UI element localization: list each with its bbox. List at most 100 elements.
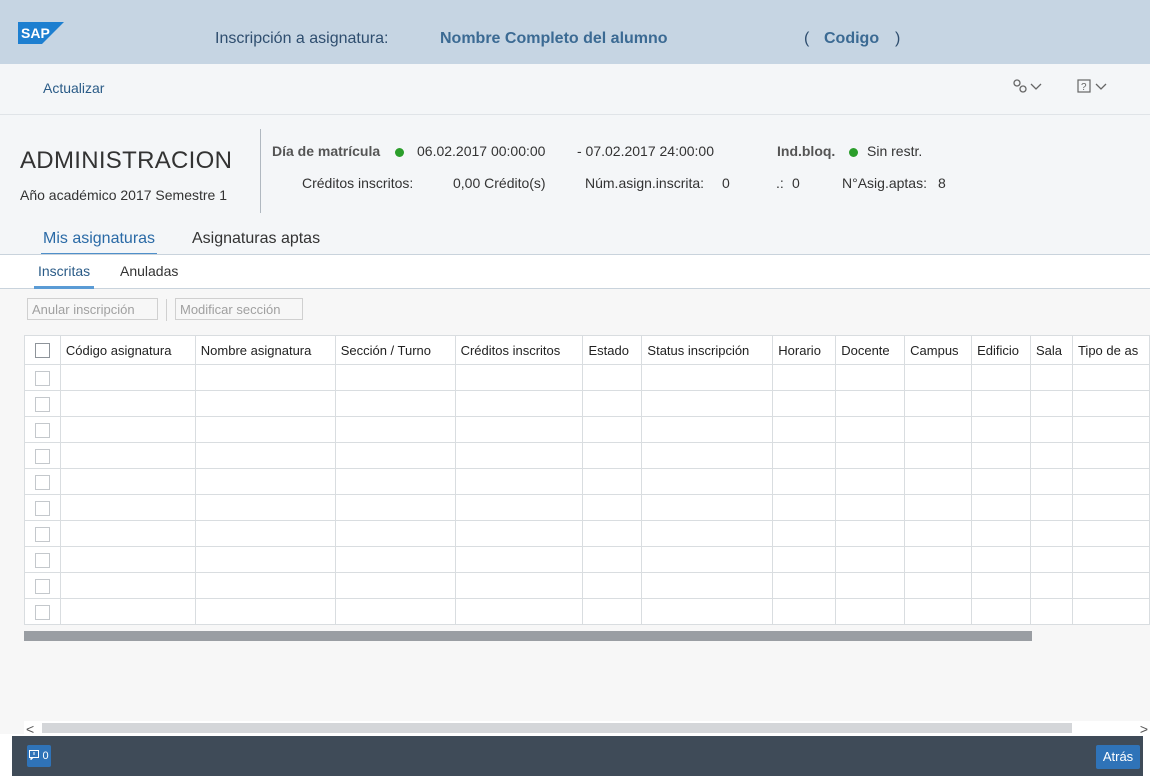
table-cell [835, 494, 906, 521]
column-header[interactable]: Código asignatura [59, 335, 196, 365]
back-button[interactable]: Atrás [1096, 745, 1140, 769]
table-row[interactable] [24, 390, 1150, 417]
table-cell [1030, 364, 1073, 391]
scroll-right-arrow[interactable]: > [1140, 721, 1148, 737]
header-divider [260, 129, 261, 213]
row-checkbox[interactable] [34, 578, 50, 594]
message-icon [29, 750, 40, 761]
table-cell [641, 468, 774, 495]
table-row[interactable] [24, 468, 1150, 495]
table-cell [334, 364, 456, 391]
table-cell [904, 572, 973, 599]
toolbar: Actualizar ? [0, 64, 1150, 115]
column-header[interactable]: Créditos inscritos [454, 335, 584, 365]
logo-text: SAP [21, 25, 50, 41]
table-cell [582, 520, 643, 547]
table-cell [904, 416, 973, 443]
table-cell [334, 468, 456, 495]
table-cell [582, 442, 643, 469]
tab-mis-asignaturas[interactable]: Mis asignaturas [40, 230, 158, 255]
column-header[interactable]: Tipo de as [1071, 335, 1150, 365]
table-cell [582, 390, 643, 417]
modify-section-button[interactable]: Modificar sección [175, 298, 303, 320]
table-cell [1030, 546, 1073, 573]
column-header[interactable]: Campus [904, 335, 973, 365]
row-select-cell [24, 546, 61, 573]
settings-menu-button[interactable] [1012, 78, 1044, 99]
column-header[interactable]: Docente [835, 335, 906, 365]
block-indicator-value: Sin restr. [867, 143, 923, 159]
table-cell [835, 520, 906, 547]
enrollment-end: - 07.02.2017 24:00:00 [577, 143, 715, 159]
academic-period: Año académico 2017 Semestre 1 [20, 187, 228, 203]
row-checkbox[interactable] [34, 474, 50, 490]
table-cell [59, 494, 196, 521]
select-all-checkbox[interactable] [34, 343, 50, 359]
messages-button[interactable]: 0 [27, 745, 51, 767]
row-checkbox[interactable] [34, 396, 50, 412]
column-header[interactable]: Estado [582, 335, 643, 365]
page-title: ADMINISTRACION [20, 147, 233, 174]
tab-anuladas[interactable]: Anuladas [120, 263, 178, 279]
scroll-thumb[interactable] [42, 723, 1072, 733]
table-row[interactable] [24, 520, 1150, 547]
help-menu-button[interactable]: ? [1077, 78, 1113, 99]
table-cell [334, 416, 456, 443]
table-row[interactable] [24, 598, 1150, 625]
table-cell [1030, 572, 1073, 599]
table-cell [194, 364, 336, 391]
table-cell [835, 598, 906, 625]
select-all-cell [24, 335, 61, 365]
row-checkbox[interactable] [34, 604, 50, 620]
row-select-cell [24, 390, 61, 417]
table-cell [194, 546, 336, 573]
table-row[interactable] [24, 442, 1150, 469]
column-header[interactable]: Nombre asignatura [194, 335, 336, 365]
column-header[interactable]: Horario [772, 335, 837, 365]
table-cell [454, 416, 584, 443]
tab-divider [0, 254, 1150, 255]
refresh-button[interactable]: Actualizar [43, 80, 104, 96]
row-checkbox[interactable] [34, 500, 50, 516]
table-row[interactable] [24, 546, 1150, 573]
column-header[interactable]: Sección / Turno [334, 335, 456, 365]
paren-close: ) [895, 30, 901, 47]
table-cell [835, 416, 906, 443]
table-row[interactable] [24, 364, 1150, 391]
page-horizontal-scrollbar[interactable]: < > [24, 721, 1150, 737]
column-header[interactable]: Sala [1030, 335, 1073, 365]
tab-asignaturas-aptas[interactable]: Asignaturas aptas [192, 230, 320, 248]
row-checkbox[interactable] [34, 552, 50, 568]
table-row[interactable] [24, 494, 1150, 521]
table-cell [1030, 520, 1073, 547]
table-cell [971, 468, 1032, 495]
table-cell [772, 520, 837, 547]
table-horizontal-scrollbar[interactable] [24, 631, 1032, 641]
table-row[interactable] [24, 416, 1150, 443]
table-cell [835, 390, 906, 417]
row-checkbox[interactable] [34, 526, 50, 542]
table-cell [582, 416, 643, 443]
row-checkbox[interactable] [34, 422, 50, 438]
scroll-left-arrow[interactable]: < [26, 721, 34, 737]
status-dot-green [849, 148, 858, 157]
table-cell [904, 468, 973, 495]
cancel-enrollment-button[interactable]: Anular inscripción [27, 298, 158, 320]
help-icon: ? [1077, 79, 1107, 93]
column-header[interactable]: Edificio [971, 335, 1032, 365]
tab-inscritas[interactable]: Inscritas [33, 263, 95, 289]
table-cell [904, 520, 973, 547]
table-row[interactable] [24, 572, 1150, 599]
row-checkbox[interactable] [34, 370, 50, 386]
table-cell [971, 442, 1032, 469]
table-cell [194, 494, 336, 521]
table-cell [904, 442, 973, 469]
table-cell [904, 390, 973, 417]
table-cell [772, 494, 837, 521]
table-cell [1071, 442, 1150, 469]
table-cell [641, 520, 774, 547]
row-checkbox[interactable] [34, 448, 50, 464]
toolbar-separator [166, 299, 167, 321]
column-header[interactable]: Status inscripción [641, 335, 774, 365]
table-cell [971, 546, 1032, 573]
